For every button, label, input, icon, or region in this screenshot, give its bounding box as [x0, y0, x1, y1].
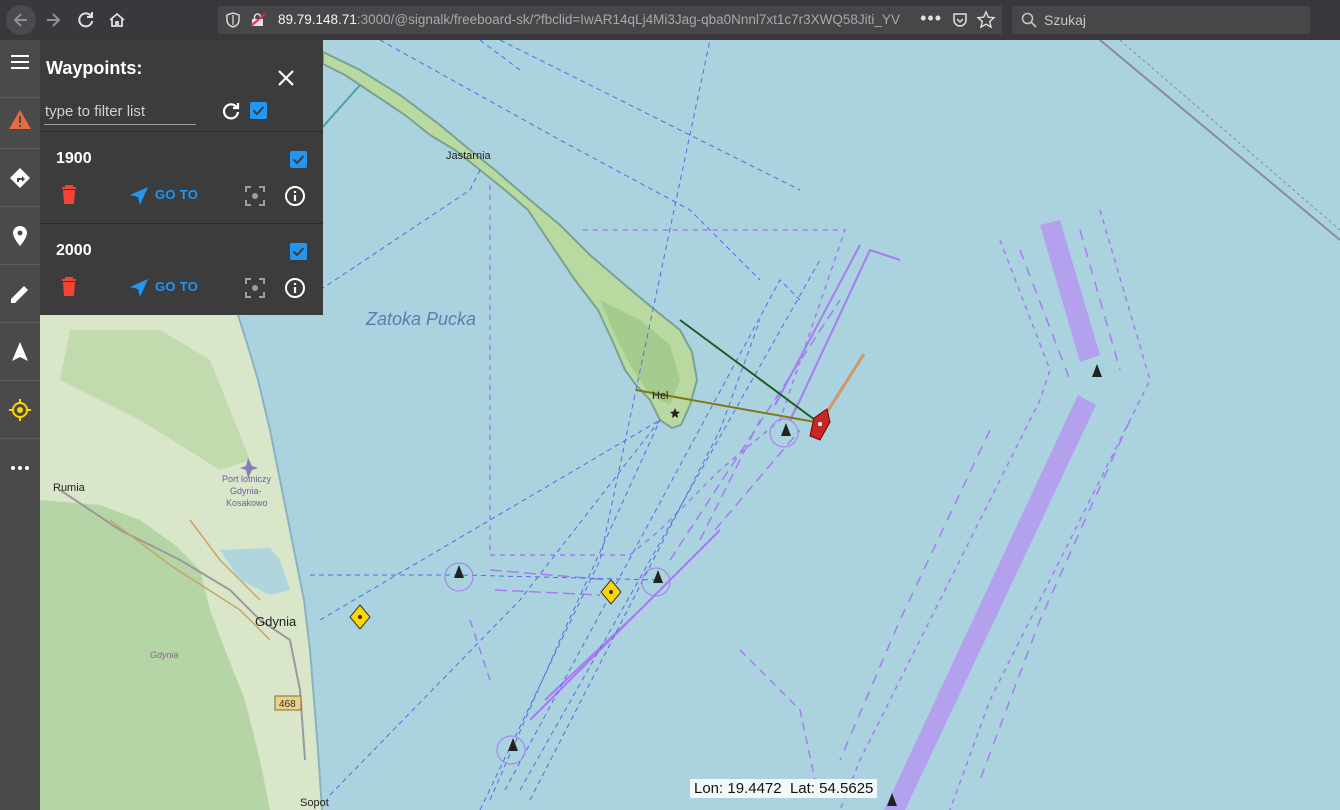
alarms-button[interactable] — [0, 91, 40, 149]
lat-label: Lat: — [789, 780, 815, 797]
waypoint-name[interactable]: 1900 — [56, 150, 92, 168]
back-button[interactable] — [6, 5, 36, 35]
home-button[interactable] — [103, 6, 131, 34]
insecure-lock-icon[interactable] — [250, 13, 266, 27]
url-text[interactable]: 89.79.148.71:3000/@signalk/freeboard-sk/… — [278, 12, 918, 27]
lon-label: Lon: — [694, 780, 724, 797]
waypoint-checkbox[interactable] — [290, 243, 307, 260]
select-all-checkbox[interactable] — [250, 102, 267, 119]
cursor-coordinates: Lon: 19.4472 Lat: 54.5625 — [690, 779, 878, 798]
page-actions-button[interactable]: ••• — [920, 8, 942, 29]
edit-icon — [11, 286, 28, 303]
refresh-icon[interactable] — [221, 101, 241, 121]
label-rumia: Rumia — [53, 482, 86, 494]
waypoint-checkbox[interactable] — [290, 151, 307, 168]
gps-fixed-icon — [9, 399, 31, 421]
info-icon[interactable] — [284, 277, 306, 299]
close-icon[interactable] — [277, 69, 295, 87]
arrow-right-icon — [47, 13, 61, 27]
lat-value: 54.5625 — [819, 780, 874, 797]
navigation-button[interactable] — [0, 323, 40, 381]
label-zatoka-pucka: Zatoka Pucka — [365, 309, 476, 329]
delete-icon[interactable] — [61, 277, 77, 297]
goto-label: GO TO — [155, 279, 199, 294]
goto-label: GO TO — [155, 187, 199, 202]
waypoints-button[interactable] — [0, 207, 40, 265]
waypoint-card[interactable]: 2000 GO TO — [40, 223, 323, 314]
filter-input[interactable] — [44, 98, 196, 125]
pocket-icon[interactable] — [952, 12, 968, 28]
navigation-icon — [130, 187, 148, 205]
check-icon — [292, 247, 305, 257]
waypoint-name[interactable]: 2000 — [56, 242, 92, 260]
check-icon — [252, 106, 265, 116]
reload-icon — [78, 12, 94, 28]
search-bar[interactable]: Szukaj — [1012, 6, 1310, 34]
home-icon — [109, 12, 125, 27]
label-airport-3: Kosakowo — [226, 498, 268, 508]
check-icon — [292, 155, 305, 165]
waypoint-card[interactable]: 1900 GO TO — [40, 131, 323, 222]
shield-icon[interactable] — [226, 12, 240, 28]
label-sopot: Sopot — [300, 797, 329, 809]
forward-button[interactable] — [40, 6, 68, 34]
vessel-center — [818, 422, 822, 426]
more-icon — [11, 466, 29, 470]
navigation-icon — [130, 279, 148, 297]
search-placeholder: Szukaj — [1044, 12, 1087, 28]
center-focus-icon[interactable] — [245, 278, 265, 298]
label-gdynia: Gdynia — [255, 614, 297, 629]
center-vessel-button[interactable] — [0, 381, 40, 439]
draw-button[interactable] — [0, 265, 40, 323]
waypoint-icon — [13, 226, 27, 246]
label-road-468: 468 — [279, 699, 296, 710]
label-gdynia-district: Gdynia — [150, 650, 179, 660]
goto-button[interactable]: GO TO — [128, 277, 208, 299]
alarm-icon — [9, 110, 31, 129]
browser-toolbar: 89.79.148.71:3000/@signalk/freeboard-sk/… — [0, 0, 1340, 40]
navigation-icon — [12, 342, 28, 361]
label-jastarnia: Jastarnia — [446, 150, 492, 162]
menu-button[interactable] — [0, 40, 40, 98]
menu-icon — [11, 55, 29, 69]
url-path: :3000/@signalk/freeboard-sk/?fbclid=IwAR… — [356, 12, 900, 27]
url-bar[interactable]: 89.79.148.71:3000/@signalk/freeboard-sk/… — [218, 6, 1002, 34]
routes-icon — [10, 168, 30, 188]
more-button[interactable] — [0, 439, 40, 496]
lon-value: 19.4472 — [727, 780, 782, 797]
bookmark-star-icon[interactable] — [976, 10, 996, 30]
label-hel: Hel — [652, 390, 669, 402]
side-toolbar — [0, 40, 40, 810]
url-host: 89.79.148.71 — [278, 12, 357, 27]
search-icon — [1021, 12, 1037, 28]
delete-icon[interactable] — [61, 185, 77, 205]
label-airport-2: Gdynia- — [230, 486, 262, 496]
arrow-left-icon — [13, 13, 27, 27]
panel-title: Waypoints: — [46, 58, 143, 78]
waypoints-panel: Waypoints: 1900 GO TO 2000 GO TO — [40, 40, 323, 315]
goto-button[interactable]: GO TO — [128, 185, 208, 207]
label-airport-1: Port lotniczy — [222, 474, 272, 484]
info-icon[interactable] — [284, 185, 306, 207]
center-focus-icon[interactable] — [245, 186, 265, 206]
reload-button[interactable] — [72, 6, 100, 34]
routes-button[interactable] — [0, 149, 40, 207]
